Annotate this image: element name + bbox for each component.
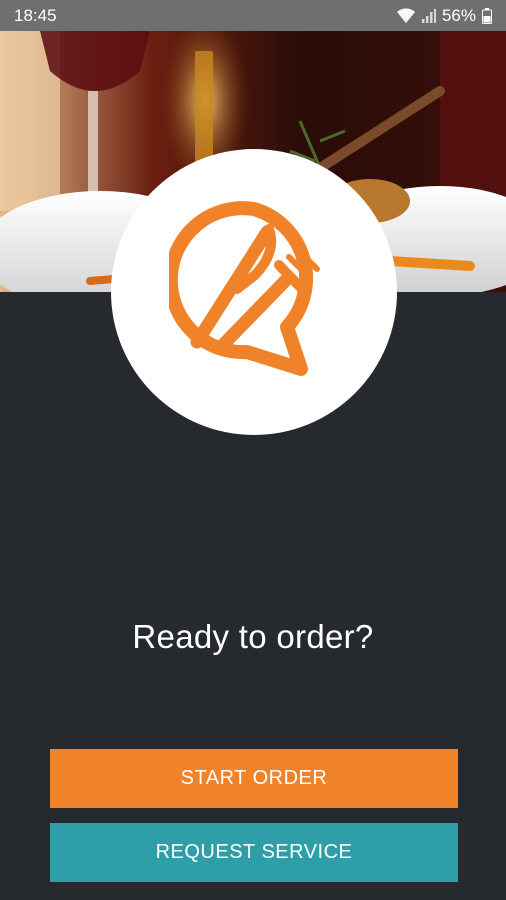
fork-knife-chat-bubble-icon (169, 201, 320, 376)
signal-icon (421, 8, 436, 23)
status-bar: 18:45 56% (0, 0, 506, 31)
status-time: 18:45 (14, 5, 57, 25)
start-order-button[interactable]: START ORDER (50, 749, 458, 808)
battery-percent: 56% (441, 5, 476, 25)
ready-to-order-heading: Ready to order? (132, 618, 374, 655)
app-logo (111, 149, 397, 435)
status-icons: 56% (396, 6, 492, 26)
battery-icon (482, 7, 492, 24)
wifi-icon (396, 7, 415, 23)
app-screen: 18:45 56% Ready to order? START ORDER RE… (0, 0, 506, 900)
request-service-button[interactable]: REQUEST SERVICE (50, 823, 458, 882)
